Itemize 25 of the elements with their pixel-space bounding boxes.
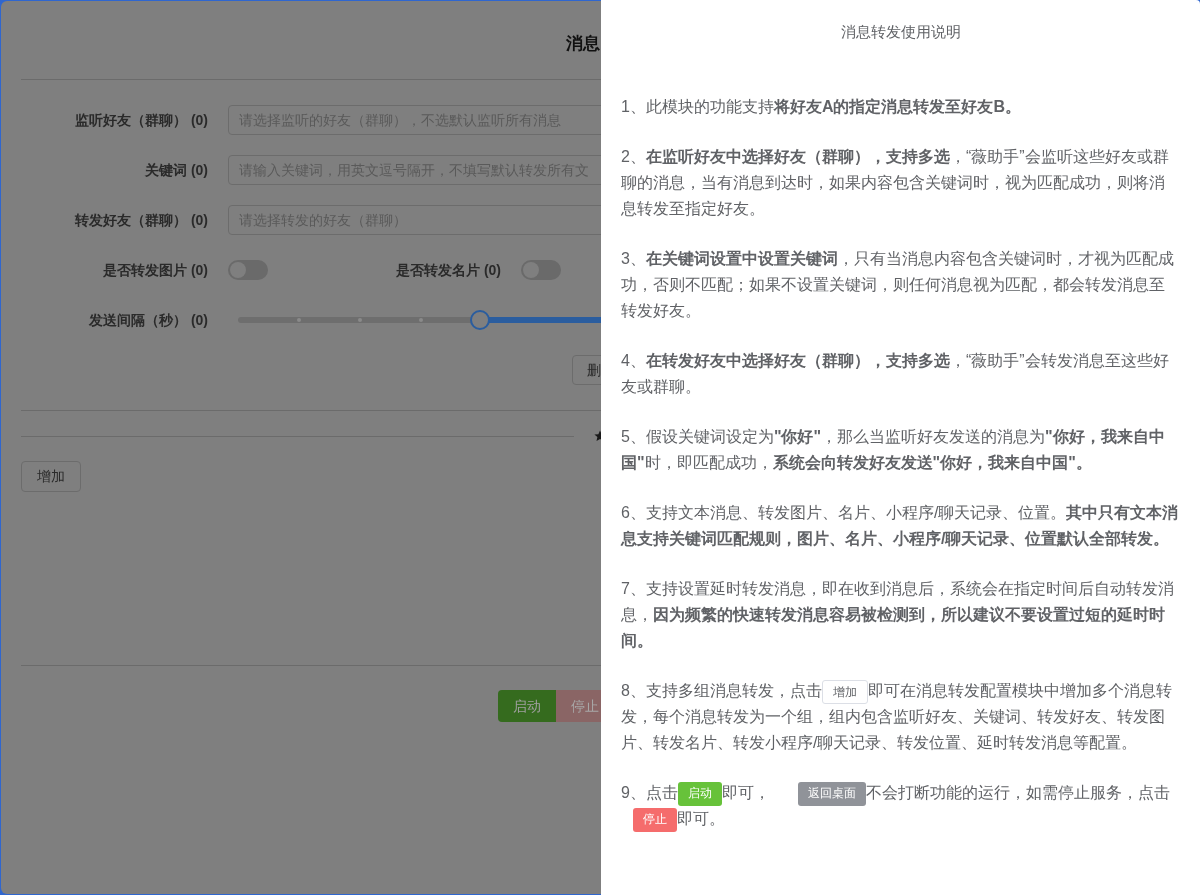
inline-button[interactable]: 返回桌面 (797, 781, 866, 806)
start-button[interactable]: 启动 (498, 690, 556, 722)
drawer-title: 消息转发使用说明 (839, 22, 962, 42)
instruction-paragraph: 7、支持设置延时转发消息，即在收到消息后，系统会在指定时间后自动转发消息，因为频繁的快速转发消息容易被检测到，所以建议不要设置过短的延时时间。 (621, 579, 1175, 651)
slider-thumb[interactable] (469, 310, 490, 330)
slider-label: 发送间隔（秒） (0) (88, 310, 208, 330)
inline-button[interactable]: 启动 (677, 781, 722, 806)
instruction-paragraph: 4、在转发好友中选择好友（群聊），支持多选，“薇助手”会转发消息至这些好友或群聊。 (621, 351, 1170, 397)
instruction-paragraph: 3、在关键词设置中设置关键词，只有当消息内容包含关键词时，才视为匹配成功，否则不匹配；如果不设置关键词，则任何消息视为匹配，都会转发消息至转发好友。 (621, 249, 1175, 321)
inline-button[interactable]: 增加 (821, 679, 868, 704)
instruction-paragraph: 5、假设关键词设定为"你好"，那么当监听好友发送的消息为"你好，我来自中国"时，即匹配成功，系统会向转发好友发送"你好，我来自中国"。 (621, 427, 1166, 473)
field-label: 关键词 (0) (144, 160, 208, 180)
instruction-paragraph: 6、支持文本消息、转发图片、名片、小程序/聊天记录、位置。其中只有文本消息支持关键词匹配规则，图片、名片、小程序/聊天记录、位置默认全部转发。 (621, 503, 1180, 549)
switch-label: 是否转发图片 (0) (102, 260, 208, 280)
instruction-paragraph: 2、在监听好友中选择好友（群聊），支持多选，“薇助手”会监听这些好友或群聊的消息，当有消息到达时，如果内容包含关键词时，视为匹配成功，则将消息转发至指定好友。 (621, 147, 1170, 219)
inline-button[interactable]: 停止 (633, 807, 677, 832)
instruction-paragraph: 8、支持多组消息转发，点击 增加 即可在消息转发配置模块中增加多个消息转发，每个消息转发为一个组，组内包含监听好友、关键词、转发好友、转发图片、转发名片、转发小程序/聊天记录、转发位置、延时转发消息等配置。 (621, 678, 1180, 756)
form-title: 消息 (566, 33, 600, 55)
stop-button[interactable]: 停止 (556, 690, 601, 722)
field-label: 转发好友（群聊） (0) (74, 210, 208, 230)
instruction-paragraph: 1、此模块的功能支持将好友A的指定消息转发至好友B。 (621, 97, 1022, 117)
instruction-paragraph: 9、点击 启动 即可， 返回桌面 不会打断功能的运行，如需停止服务，点击 停止 即可。 (621, 780, 1180, 832)
field-label: 监听好友（群聊） (0) (74, 110, 208, 130)
add-button[interactable]: 增加 (21, 461, 81, 492)
switch-label: 是否转发名片 (0) (395, 260, 501, 280)
